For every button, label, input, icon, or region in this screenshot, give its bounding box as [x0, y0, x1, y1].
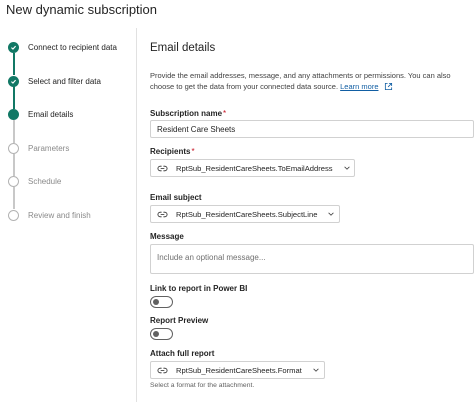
link-icon: [157, 367, 168, 373]
step-connector: [12, 86, 15, 109]
recipients-value: RptSub_ResidentCareSheets.ToEmailAddress: [176, 163, 333, 173]
link-to-report-toggle[interactable]: [150, 296, 173, 308]
report-preview-label: Report Preview: [150, 316, 209, 325]
step-connector: [12, 154, 15, 176]
chevron-down-icon: [328, 212, 335, 216]
recipients-label: Recipients*: [150, 147, 195, 156]
step-select-and-filter-data[interactable]: Select and filter data: [8, 74, 101, 88]
current-step-icon: [8, 108, 19, 120]
step-label: Schedule: [28, 176, 62, 186]
step-label: Select and filter data: [28, 76, 101, 86]
step-connect-to-recipient-data[interactable]: Connect to recipient data: [8, 40, 117, 54]
message-textarea[interactable]: Include an optional message...: [150, 244, 474, 274]
step-connector: [12, 120, 15, 143]
chevron-down-icon: [313, 368, 319, 372]
dialog-title: New dynamic subscription: [6, 2, 158, 17]
message-label: Message: [150, 232, 184, 241]
pending-step-icon: [8, 209, 19, 221]
recipients-dropdown[interactable]: RptSub_ResidentCareSheets.ToEmailAddress: [150, 159, 355, 177]
email-subject-label: Email subject: [150, 193, 202, 202]
report-preview-toggle[interactable]: [150, 328, 173, 340]
check-icon: [8, 75, 19, 87]
chevron-down-icon: [343, 166, 350, 170]
sidebar-divider: [136, 28, 137, 402]
step-label: Review and finish: [28, 210, 91, 220]
description-text: Provide the email addresses, message, an…: [150, 71, 451, 91]
link-icon: [157, 211, 168, 217]
pending-step-icon: [8, 142, 19, 154]
learn-more-link[interactable]: Learn more: [340, 82, 378, 91]
step-parameters[interactable]: Parameters: [8, 141, 69, 155]
pending-step-icon: [8, 175, 19, 187]
attach-format-hint: Select a format for the attachment.: [150, 382, 255, 389]
attach-full-report-dropdown[interactable]: RptSub_ResidentCareSheets.Format: [150, 361, 325, 379]
step-connector: [12, 187, 15, 209]
step-connector: [12, 53, 15, 75]
step-label: Email details: [28, 109, 74, 119]
attach-format-value: RptSub_ResidentCareSheets.Format: [176, 365, 302, 375]
check-icon: [8, 41, 19, 53]
toggle-knob: [153, 299, 159, 305]
section-heading: Email details: [150, 42, 216, 54]
toggle-knob: [153, 331, 159, 337]
email-subject-dropdown[interactable]: RptSub_ResidentCareSheets.SubjectLine: [150, 205, 340, 223]
email-subject-value: RptSub_ResidentCareSheets.SubjectLine: [176, 209, 318, 219]
section-description: Provide the email addresses, message, an…: [150, 70, 470, 92]
step-label: Parameters: [28, 143, 70, 153]
subscription-name-label: Subscription name*: [150, 109, 227, 118]
step-review-and-finish[interactable]: Review and finish: [8, 208, 91, 222]
step-schedule[interactable]: Schedule: [8, 174, 61, 188]
subscription-name-input[interactable]: Resident Care Sheets: [150, 120, 474, 138]
link-icon: [157, 165, 168, 171]
attach-full-report-label: Attach full report: [150, 349, 215, 358]
step-label: Connect to recipient data: [28, 42, 117, 52]
step-email-details[interactable]: Email details: [8, 107, 73, 121]
link-to-report-label: Link to report in Power BI: [150, 284, 248, 293]
external-link-icon[interactable]: [384, 82, 393, 91]
